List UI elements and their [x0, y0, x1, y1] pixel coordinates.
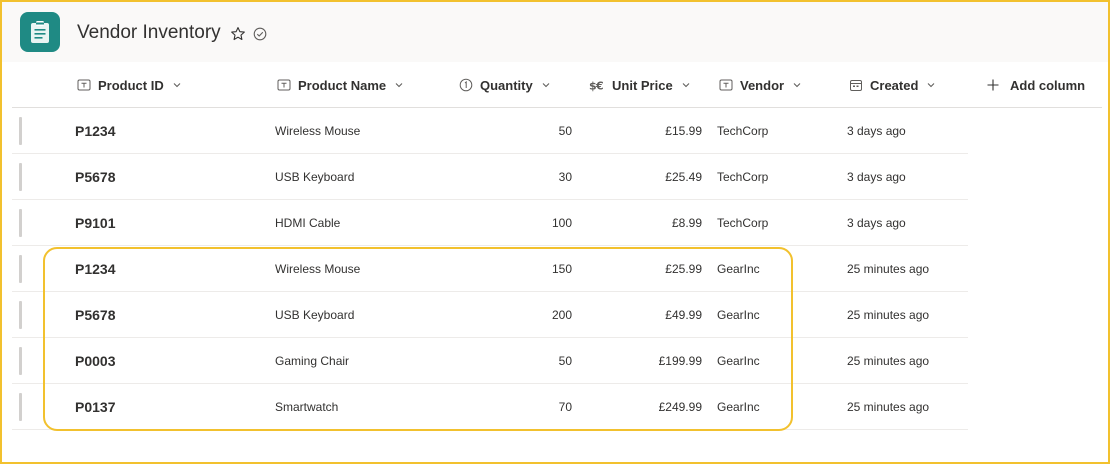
cell-unit-price: £25.49: [665, 170, 702, 184]
cell-created: 25 minutes ago: [847, 354, 930, 368]
calendar-icon: [850, 80, 862, 91]
chevron-down-icon: [793, 83, 801, 88]
cell-product-name: USB Keyboard: [275, 170, 355, 184]
number-field-icon: [459, 78, 473, 92]
cell-vendor: TechCorp: [717, 216, 769, 230]
row-select-handle[interactable]: [19, 209, 22, 237]
chevron-down-icon: [173, 83, 181, 88]
text-field-icon: [719, 79, 733, 91]
table-row[interactable]: P5678 USB Keyboard 30 £25.49 TechCorp 3 days …: [12, 154, 968, 200]
star-icon[interactable]: [230, 26, 246, 42]
chevron-down-icon: [682, 83, 690, 88]
table-row[interactable]: P1234 Wireless Mouse 50 £15.99 TechCorp 3 day…: [12, 108, 968, 154]
cell-vendor: TechCorp: [717, 124, 769, 138]
plus-icon: [987, 79, 999, 91]
cell-vendor: TechCorp: [717, 170, 769, 184]
cell-created: 25 minutes ago: [847, 262, 930, 276]
column-header-label: Product Name: [298, 77, 387, 93]
cell-created: 25 minutes ago: [847, 308, 930, 322]
list-header-bar: Vendor Inventory: [2, 2, 1108, 62]
row-select-handle[interactable]: [19, 393, 22, 421]
check-circle-icon[interactable]: [253, 27, 267, 41]
column-header-quantity[interactable]: Quantity: [459, 62, 551, 108]
column-header-row: Product ID Product Name Quantity $ € Uni…: [12, 62, 1102, 108]
svg-text:€: €: [595, 80, 604, 93]
currency-field-icon: $ €: [589, 80, 604, 93]
cell-product-id[interactable]: P9101: [75, 200, 115, 246]
column-header-label: Vendor: [740, 77, 785, 93]
row-select-handle[interactable]: [19, 255, 22, 283]
cell-product-name: HDMI Cable: [275, 216, 341, 230]
cell-quantity: 50: [558, 124, 572, 138]
cell-product-id[interactable]: P1234: [75, 108, 115, 154]
cell-product-name: Wireless Mouse: [275, 124, 361, 138]
table-row[interactable]: P9101 HDMI Cable 100 £8.99 TechCorp 3 days ag…: [12, 200, 968, 246]
column-header-label: Quantity: [480, 77, 533, 93]
row-select-handle[interactable]: [19, 163, 22, 191]
cell-unit-price: £8.99: [671, 216, 702, 230]
row-select-handle[interactable]: [19, 301, 22, 329]
column-header-label: Product ID: [98, 77, 164, 93]
column-header-created[interactable]: Created: [849, 62, 936, 108]
text-field-icon: [277, 79, 291, 91]
column-header-unit-price[interactable]: $ € Unit Price: [589, 62, 691, 108]
add-column-button[interactable]: Add column: [986, 62, 1085, 108]
column-header-label: Unit Price: [612, 77, 673, 93]
cell-created: 25 minutes ago: [847, 400, 930, 414]
highlight-outline: [43, 247, 793, 431]
cell-created: 3 days ago: [847, 216, 906, 230]
page-title: Vendor Inventory: [77, 22, 221, 43]
add-column-label: Add column: [1010, 77, 1086, 93]
cell-quantity: 100: [551, 216, 572, 230]
cell-created: 3 days ago: [847, 170, 906, 184]
text-field-icon: [77, 79, 91, 91]
clipboard-icon[interactable]: [20, 12, 60, 52]
cell-unit-price: £15.99: [665, 124, 702, 138]
column-header-vendor[interactable]: Vendor: [719, 62, 802, 108]
row-select-handle[interactable]: [19, 347, 22, 375]
column-header-label: Created: [870, 77, 919, 93]
cell-product-id[interactable]: P5678: [75, 154, 115, 200]
column-header-product-id[interactable]: Product ID: [77, 62, 182, 108]
column-header-product-name[interactable]: Product Name: [277, 62, 404, 108]
chevron-down-icon: [395, 83, 403, 88]
chevron-down-icon: [542, 83, 550, 88]
cell-quantity: 30: [558, 170, 572, 184]
chevron-down-icon: [928, 83, 935, 88]
row-select-handle[interactable]: [19, 117, 22, 145]
cell-created: 3 days ago: [847, 124, 906, 138]
